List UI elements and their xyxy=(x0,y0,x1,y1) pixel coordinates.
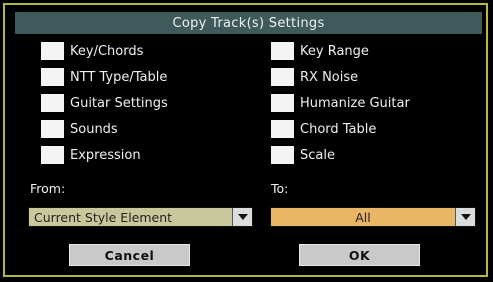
checkbox[interactable] xyxy=(271,42,294,60)
option-label: Humanize Guitar xyxy=(300,95,410,111)
checkbox[interactable] xyxy=(271,120,294,138)
option-label: Key Range xyxy=(300,43,369,59)
option-guitar-settings[interactable]: Guitar Settings xyxy=(41,94,168,112)
option-label: Expression xyxy=(70,147,141,163)
option-ntt-type-table[interactable]: NTT Type/Table xyxy=(41,68,167,86)
from-select[interactable]: Current Style Element xyxy=(28,207,253,227)
option-label: Key/Chords xyxy=(70,43,144,59)
from-value: Current Style Element xyxy=(29,208,232,226)
to-select[interactable]: All xyxy=(270,207,476,227)
option-humanize-guitar[interactable]: Humanize Guitar xyxy=(271,94,410,112)
ok-button[interactable]: OK xyxy=(299,244,420,266)
option-key-chords[interactable]: Key/Chords xyxy=(41,42,143,60)
option-label: NTT Type/Table xyxy=(70,69,168,85)
option-scale[interactable]: Scale xyxy=(271,146,335,164)
checkbox[interactable] xyxy=(41,120,64,138)
checkbox[interactable] xyxy=(41,68,64,86)
checkbox[interactable] xyxy=(271,68,294,86)
checkbox[interactable] xyxy=(271,94,294,112)
to-value: All xyxy=(271,208,455,226)
option-rx-noise[interactable]: RX Noise xyxy=(271,68,358,86)
chevron-down-icon[interactable] xyxy=(232,208,252,226)
checkbox[interactable] xyxy=(41,94,64,112)
option-chord-table[interactable]: Chord Table xyxy=(271,120,376,138)
cancel-button[interactable]: Cancel xyxy=(69,244,190,266)
checkbox[interactable] xyxy=(271,146,294,164)
checkbox[interactable] xyxy=(41,42,64,60)
option-label: RX Noise xyxy=(300,69,359,85)
option-label: Scale xyxy=(300,147,335,163)
option-label: Sounds xyxy=(70,121,118,137)
option-label: Guitar Settings xyxy=(70,95,168,111)
from-label: From: xyxy=(30,181,66,196)
copy-track-settings-dialog: Copy Track(s) Settings Key/Chords NTT Ty… xyxy=(3,3,488,277)
checkbox[interactable] xyxy=(41,146,64,164)
to-label: To: xyxy=(271,181,289,196)
option-sounds[interactable]: Sounds xyxy=(41,120,118,138)
option-expression[interactable]: Expression xyxy=(41,146,141,164)
dialog-title: Copy Track(s) Settings xyxy=(15,12,482,34)
chevron-down-icon[interactable] xyxy=(455,208,475,226)
option-label: Chord Table xyxy=(300,121,377,137)
option-key-range[interactable]: Key Range xyxy=(271,42,369,60)
